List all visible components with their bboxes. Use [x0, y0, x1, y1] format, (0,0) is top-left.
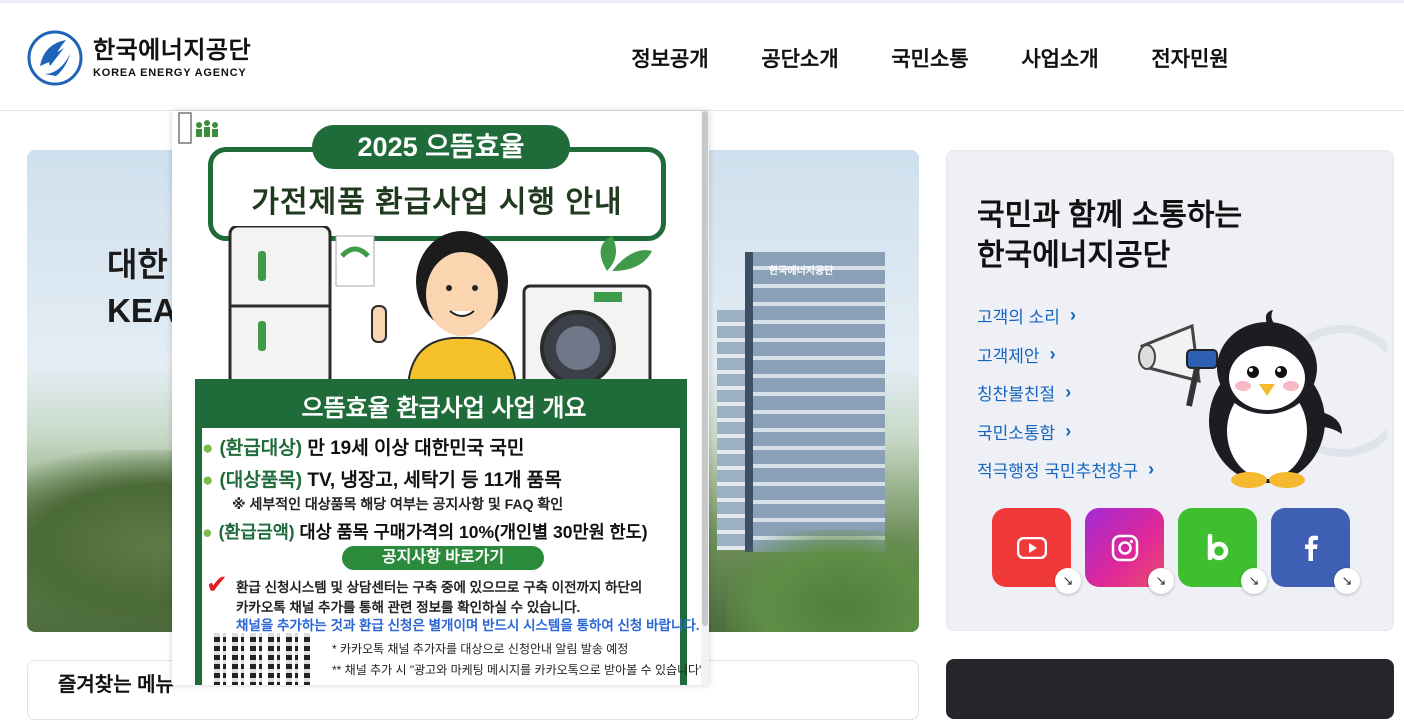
link-public-inbox[interactable]: 국민소통함 › [977, 419, 1071, 444]
nav-public-communication[interactable]: 국민소통 [865, 43, 995, 73]
facebook-button[interactable]: ↘ [1271, 508, 1360, 594]
chevron-right-icon: › [1065, 382, 1072, 402]
kea-logo-icon [27, 30, 83, 86]
youtube-button[interactable]: ↘ [992, 508, 1081, 594]
popup-bullet-amount: ● (환급금액) 대상 품목 구매가격의 10%(개인별 30만원 한도) [202, 522, 648, 542]
popup-info-line2: 카카오톡 채널 추가를 통해 관련 정보를 확인하실 수 있습니다. [236, 600, 581, 615]
communication-title-line2: 한국에너지공단 [977, 239, 1171, 272]
communication-title-line1: 국민과 함께 소통하는 [977, 199, 1243, 232]
hero-building-image [745, 252, 885, 552]
popup-overview-title: 으뜸효율 환급사업 사업 개요 [301, 395, 587, 422]
link-proactive-admin[interactable]: 적극행정 국민추천창구 › [977, 457, 1154, 482]
site-header: 한국에너지공단 KOREA ENERGY AGENCY 정보공개 공단소개 국민… [0, 3, 1404, 111]
nav-info-disclosure[interactable]: 정보공개 [605, 43, 735, 73]
blog-icon [1207, 533, 1228, 560]
popup-info-line1: 환급 신청시스템 및 상담센터는 구축 중에 있으므로 구축 이전까지 하단의 [236, 580, 643, 595]
hero-title: 대한 KEA [107, 242, 177, 334]
popup-info-blue: 채널을 추가하는 것과 환급 신청은 별개이며 반드시 시스템을 통하여 신청 … [236, 618, 700, 633]
youtube-icon [1016, 536, 1047, 559]
external-arrow-icon: ↘ [1334, 568, 1360, 594]
communication-title: 국민과 함께 소통하는 한국에너지공단 [977, 196, 1242, 276]
site-logo[interactable]: 한국에너지공단 KOREA ENERGY AGENCY [26, 30, 251, 86]
external-arrow-icon: ↘ [1055, 568, 1081, 594]
link-customer-proposal[interactable]: 고객제안 › [977, 342, 1056, 367]
chevron-right-icon: › [1069, 305, 1076, 325]
favorite-menu-title: 즐겨찾는 메뉴 [58, 674, 174, 696]
popup-bullet-target: ● (환급대상) 만 19세 이상 대한민국 국민 [202, 438, 525, 459]
kea-mini-logo-icon [178, 112, 218, 144]
logo-korean-name: 한국에너지공단 [93, 37, 252, 64]
logo-english-name: KOREA ENERGY AGENCY [93, 67, 247, 79]
popup-bullet-items: ● (대상품목) TV, 냉장고, 세탁기 등 11개 품목 [202, 470, 562, 491]
communication-panel: 국민과 함께 소통하는 한국에너지공단 고객의 소리 › 고객제안 › 칭찬불친절 ›… [946, 150, 1394, 631]
popup-foot-line2: ** 채널 추가 시 "광고와 마케팅 메시지를 카카오톡으로 받아볼 수 있습… [332, 663, 704, 677]
instagram-icon [1111, 534, 1138, 561]
external-arrow-icon: ↘ [1241, 568, 1267, 594]
hero-trees-right [727, 530, 919, 632]
chevron-right-icon: › [1049, 343, 1056, 364]
hero-building-sign: 한국에너지공단 [769, 266, 834, 277]
main-nav: 정보공개 공단소개 국민소통 사업소개 전자민원 [605, 43, 1255, 73]
blog-button[interactable]: ↘ [1178, 508, 1267, 594]
communication-links: 고객의 소리 › 고객제안 › 칭찬불친절 › 국민소통함 › 적극행정 국민추천창구 › [977, 303, 1154, 496]
popup-scrollbar-thumb[interactable] [702, 111, 708, 626]
link-praise-complaint[interactable]: 칭찬불친절 › [977, 380, 1071, 405]
chevron-right-icon: › [1065, 420, 1072, 441]
nav-business-intro[interactable]: 사업소개 [995, 43, 1125, 73]
popup-year-pill: 2025 으뜸효율 [312, 125, 570, 169]
nav-e-petition[interactable]: 전자민원 [1125, 43, 1255, 73]
external-arrow-icon: ↘ [1148, 568, 1174, 594]
penguin-mascot-icon [1138, 310, 1387, 488]
facebook-icon [1304, 535, 1318, 561]
popup-note: ※ 세부적인 대상품목 해당 여부는 공지사항 및 FAQ 확인 [232, 496, 564, 512]
nav-agency-intro[interactable]: 공단소개 [735, 43, 865, 73]
hero-title-line1: 대한 [107, 246, 168, 283]
popup-scrollbar[interactable] [701, 111, 709, 685]
promo-popup[interactable]: 2025 으뜸효율 가전제품 환급사업 시행 안내 으뜸효율 환급사업 사업 개… [172, 111, 709, 685]
qr-code-pattern [214, 633, 310, 685]
notice-link-button[interactable]: 공지사항 바로가기 [342, 546, 544, 570]
checkmark-icon: ✔ [206, 569, 228, 599]
popup-illustration [228, 226, 652, 386]
hero-title-line2: KEA [107, 292, 177, 329]
popup-headline: 가전제품 환급사업 시행 안내 [251, 186, 623, 219]
instagram-button[interactable]: ↘ [1085, 508, 1174, 594]
sns-links: ↘ ↘ ↘ ↘ [992, 508, 1360, 594]
dark-panel [946, 659, 1394, 719]
popup-foot-line1: * 카카오톡 채널 추가자를 대상으로 신청안내 알림 발송 예정 [332, 642, 629, 656]
link-customer-voice[interactable]: 고객의 소리 › [977, 303, 1076, 328]
